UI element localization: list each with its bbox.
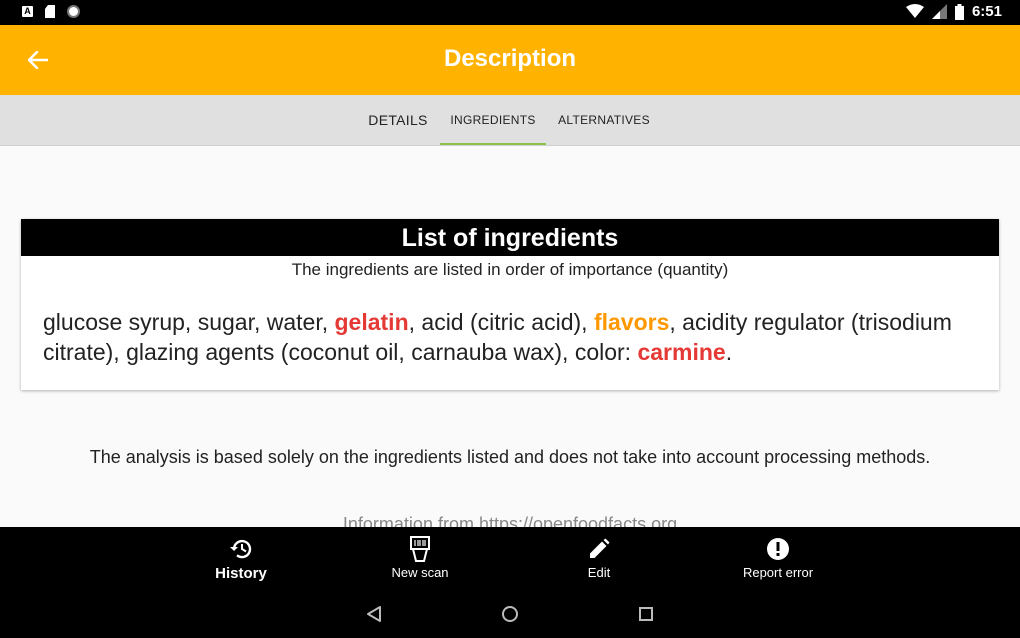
nav-edit-label: Edit: [587, 565, 611, 580]
tab-ingredients[interactable]: INGREDIENTS: [440, 95, 546, 145]
ingredient-allergen: gelatin: [334, 309, 409, 335]
bottom-navigation: History New scan Edit Report error: [0, 527, 1020, 589]
battery-icon: [954, 3, 964, 20]
wifi-icon: [905, 4, 924, 18]
ingredients-card-subtitle: The ingredients are listed in order of i…: [291, 260, 729, 279]
tab-details[interactable]: DETAILS: [362, 95, 434, 145]
nav-report-error-label: Report error: [742, 565, 814, 580]
barcode-scan-icon: [410, 536, 430, 562]
signal-icon: [931, 4, 947, 19]
analysis-note: The analysis is based solely on the ingr…: [89, 447, 931, 467]
nav-home-icon: [502, 606, 518, 622]
ingredient-allergen: carmine: [637, 339, 726, 365]
status-bar: A 6:51: [0, 0, 1020, 25]
app-bar: Description: [0, 25, 1020, 95]
tab-alternatives[interactable]: ALTERNATIVES: [552, 95, 656, 145]
nav-history-button[interactable]: History: [171, 535, 311, 582]
tab-bar: DETAILS INGREDIENTS ALTERNATIVES: [0, 95, 1020, 146]
page-title: Description: [443, 45, 577, 72]
notification-a-icon: A: [22, 6, 33, 17]
nav-new-scan-label: New scan: [391, 565, 449, 580]
sd-card-icon: [45, 5, 55, 18]
ingredients-card: List of ingredients The ingredients are …: [21, 219, 999, 390]
nav-new-scan-button[interactable]: New scan: [350, 535, 490, 580]
nav-home-button[interactable]: [498, 602, 522, 626]
history-icon: [230, 539, 252, 559]
nav-history-label: History: [215, 565, 267, 582]
ingredient-additive: flavors: [593, 309, 670, 335]
ingredient-text: glucose syrup, sugar, water,: [43, 309, 335, 335]
sync-circle-icon: [67, 5, 80, 18]
nav-recents-icon: [639, 607, 653, 621]
ingredients-list: glucose syrup, sugar, water, gelatin, ac…: [43, 307, 973, 367]
status-indicators: 6:51: [905, 3, 1002, 20]
status-notifications: A: [22, 5, 80, 18]
nav-back-icon: [367, 606, 381, 622]
ingredients-card-header: List of ingredients: [21, 219, 999, 256]
pencil-icon: [590, 538, 610, 558]
ingredient-text: .: [725, 339, 733, 365]
nav-back-button[interactable]: [362, 602, 386, 626]
nav-report-error-button[interactable]: Report error: [708, 535, 848, 580]
alert-circle-icon: [767, 538, 789, 560]
nav-edit-button[interactable]: Edit: [529, 535, 669, 580]
system-navigation-bar: [0, 589, 1020, 638]
ingredient-text: , acid (citric acid),: [408, 309, 594, 335]
source-note[interactable]: Information from https://openfoodfacts.o…: [0, 514, 1020, 527]
status-time: 6:51: [971, 3, 1002, 20]
nav-recents-button[interactable]: [634, 602, 658, 626]
